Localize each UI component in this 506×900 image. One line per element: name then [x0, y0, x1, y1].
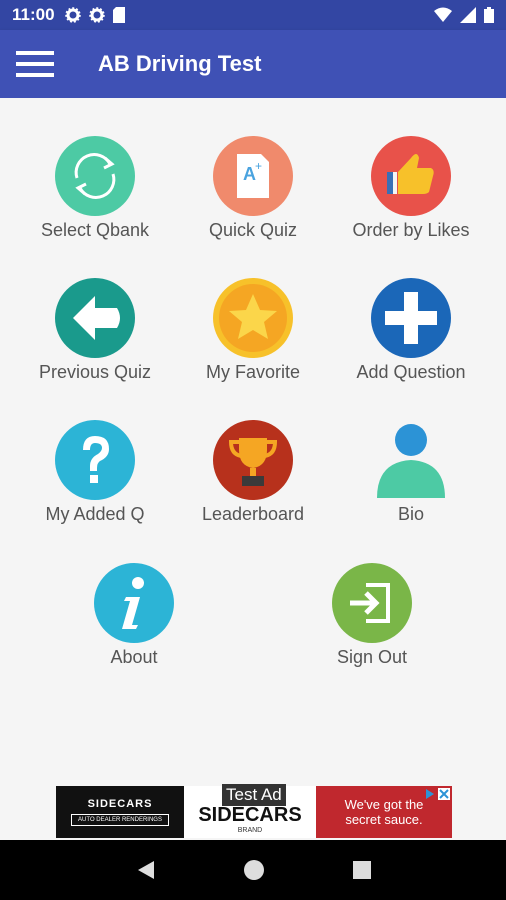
recents-icon[interactable]: [352, 860, 372, 880]
wifi-icon: [434, 7, 452, 22]
menu-grid: Select Qbank A + Quick Quiz Order by Lik…: [0, 98, 506, 780]
tile-label: Order by Likes: [352, 220, 470, 240]
ad-left-tagline: AUTO DEALER RENDERINGS: [71, 814, 169, 826]
settings-icon: [64, 7, 81, 23]
signal-icon: [460, 7, 476, 23]
ad-mid-brand: SIDECARS: [198, 804, 302, 826]
tile-label: Add Question: [356, 362, 466, 382]
quiz-paper-icon: A +: [213, 136, 293, 216]
plus-icon: [371, 278, 451, 358]
svg-text:+: +: [255, 159, 262, 173]
menu-icon: [16, 51, 54, 77]
my-added-q-button[interactable]: My Added Q: [20, 420, 170, 525]
question-icon: [55, 420, 135, 500]
tile-label: Quick Quiz: [208, 220, 298, 240]
tile-label: Bio: [397, 504, 424, 524]
tile-label: About: [110, 647, 158, 667]
trophy-icon: [213, 420, 293, 500]
ad-choices-icon[interactable]: [424, 788, 436, 800]
sd-card-icon: [112, 7, 125, 23]
app-title: AB Driving Test: [98, 51, 262, 76]
sign-out-button[interactable]: Sign Out: [297, 563, 447, 668]
battery-icon: [484, 7, 494, 23]
star-icon: [213, 278, 293, 358]
back-icon[interactable]: [134, 859, 156, 881]
ad-left-brand: SIDECARS: [87, 798, 153, 810]
status-icons-right: [434, 7, 494, 23]
tile-label: Select Qbank: [40, 220, 150, 240]
status-bar: 11:00: [0, 0, 506, 30]
tile-label: My Added Q: [45, 504, 145, 524]
info-icon: [94, 563, 174, 643]
status-icons-left: [64, 7, 125, 23]
arrow-left-icon: [55, 278, 135, 358]
order-by-likes-button[interactable]: Order by Likes: [336, 136, 486, 241]
my-favorite-button[interactable]: My Favorite: [178, 278, 328, 383]
about-button[interactable]: About: [59, 563, 209, 668]
menu-button[interactable]: [0, 30, 70, 98]
thumbs-up-icon: [371, 136, 451, 216]
close-icon[interactable]: [438, 788, 450, 800]
home-icon[interactable]: [243, 859, 265, 881]
ad-right-panel: We've got the secret sauce.: [316, 786, 452, 838]
app-bar: AB Driving Test: [0, 30, 506, 98]
tile-label: My Favorite: [205, 362, 301, 382]
select-qbank-button[interactable]: Select Qbank: [20, 136, 170, 241]
add-question-button[interactable]: Add Question: [336, 278, 486, 383]
settings-icon: [88, 7, 105, 23]
bio-button[interactable]: Bio: [336, 420, 486, 525]
tile-label: Leaderboard: [201, 504, 305, 524]
ad-right-text: We've got the secret sauce.: [344, 797, 424, 827]
test-ad-badge: Test Ad: [222, 784, 286, 806]
tile-label: Previous Quiz: [38, 362, 152, 382]
status-time: 11:00: [12, 5, 55, 24]
tile-label: Sign Out: [336, 647, 408, 667]
previous-quiz-button[interactable]: Previous Quiz: [20, 278, 170, 383]
leaderboard-button[interactable]: Leaderboard: [178, 420, 328, 525]
ad-left-panel: SIDECARS AUTO DEALER RENDERINGS: [56, 786, 184, 838]
quick-quiz-button[interactable]: A + Quick Quiz: [178, 136, 328, 241]
sign-out-icon: [332, 563, 412, 643]
person-icon: [377, 424, 445, 498]
system-nav-bar: [0, 840, 506, 900]
refresh-icon: [55, 136, 135, 216]
ad-mid-sub: BRAND: [237, 827, 263, 834]
